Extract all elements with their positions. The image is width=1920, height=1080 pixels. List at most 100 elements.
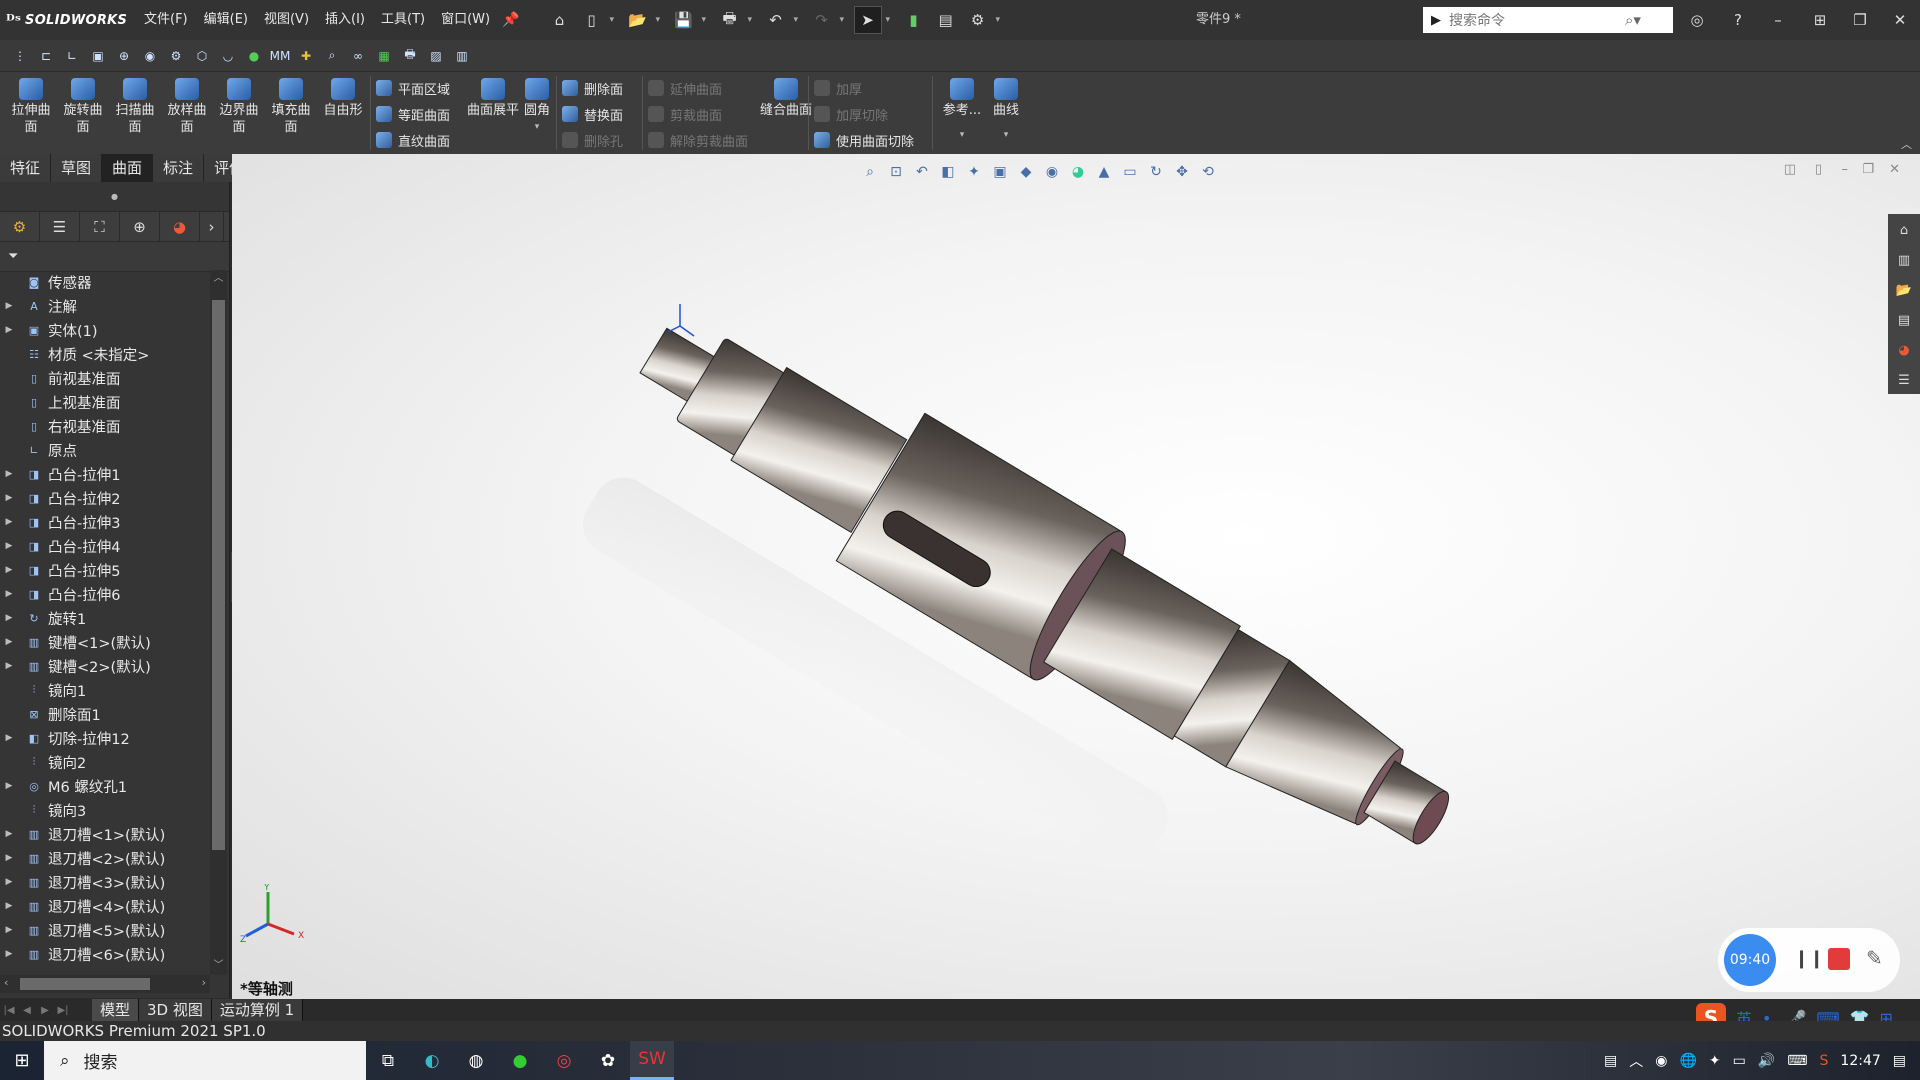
select-dropdown-icon[interactable]: ▾ [886,15,896,25]
dimxpert-manager-tab-icon[interactable]: ⊕ [120,211,160,242]
redo-dropdown-icon[interactable]: ▾ [840,15,850,25]
tree-node[interactable]: ∟ 原点 [0,438,210,462]
scroll-right-icon[interactable]: › [202,976,206,989]
assembly-icon[interactable]: ⊕ [114,46,134,66]
tree-node[interactable]: ▶ ▥ 退刀槽<5>(默认) [0,918,210,942]
open-folder-icon[interactable]: 📂 [624,6,652,34]
expand-arrow-icon[interactable]: ▶ [0,661,18,671]
tree-node[interactable]: ▶ ▥ 键槽<1>(默认) [0,630,210,654]
home-icon[interactable]: ⌂ [546,6,574,34]
tree-node[interactable]: ▶ ◨ 凸台-拉伸5 [0,558,210,582]
curves-button[interactable]: 曲线 ▾ [990,78,1022,144]
tree-node[interactable]: ▶ ▥ 键槽<2>(默认) [0,654,210,678]
print-dropdown-icon[interactable]: ▾ [748,15,758,25]
minimize-icon[interactable]: – [1758,0,1798,40]
pause-icon[interactable]: ❙❙ [1794,948,1824,969]
plugin-icon[interactable]: ✚ [296,46,316,66]
tree-node[interactable]: ▯ 上视基准面 [0,390,210,414]
menu-edit[interactable]: 编辑(E) [196,0,256,40]
design-library-icon[interactable]: ▥ [1893,248,1915,272]
settings-icon[interactable]: ⚙ [166,46,186,66]
expand-arrow-icon[interactable]: ▶ [0,829,18,839]
tree-node[interactable]: ☷ 材质 <未指定> [0,342,210,366]
surface-flatten-button[interactable]: 曲面展平 [466,78,520,119]
tree-vertical-scrollbar[interactable]: ︿ ﹀ [210,270,227,975]
custom-properties-icon[interactable]: ☰ [1893,368,1915,392]
volume-icon[interactable]: 🔊 [1758,1053,1775,1069]
tree-node[interactable]: ▶ A 注解 [0,294,210,318]
taskbar-search[interactable]: ⌕ 搜索 [44,1041,366,1080]
notification-app-icon[interactable]: ▤ [1604,1053,1617,1069]
menu-insert[interactable]: 插入(I) [317,0,373,40]
zoom-icon[interactable]: ⌕ [322,46,342,66]
hscroll-thumb[interactable] [20,978,150,990]
app2-icon[interactable]: ✿ [586,1041,630,1080]
expand-arrow-icon[interactable]: ▶ [0,733,18,743]
open-dropdown-icon[interactable]: ▾ [656,15,666,25]
expand-arrow-icon[interactable]: ▶ [0,541,18,551]
windows-start-icon[interactable]: ⊞ [0,1041,44,1080]
tab-features[interactable]: 特征 [0,154,52,182]
sketch-line-icon[interactable]: ⊏ [36,46,56,66]
tree-filter[interactable]: ⏷ [0,242,229,272]
menu-view[interactable]: 视图(V) [256,0,317,40]
tab-sketch[interactable]: 草图 [51,154,103,182]
expand-arrow-icon[interactable]: ▶ [0,853,18,863]
tree-node[interactable]: ▶ ◧ 切除-拉伸12 [0,726,210,750]
curves-dropdown-icon[interactable]: ▾ [990,127,1022,144]
tree-node[interactable]: ▶ ◨ 凸台-拉伸6 [0,582,210,606]
expand-arrow-icon[interactable]: ▶ [0,637,18,647]
first-tab-icon[interactable]: |◀ [0,1005,18,1016]
tree-node[interactable]: ◙ 传感器 [0,270,210,294]
new-dropdown-icon[interactable]: ▾ [610,15,620,25]
boundary-surface-button[interactable]: 边界曲面 [214,78,264,136]
tree-node[interactable]: ▯ 前视基准面 [0,366,210,390]
prev-tab-icon[interactable]: ◀ [18,1005,36,1016]
tab-3d-views[interactable]: 3D 视图 [139,999,212,1021]
scroll-up-icon[interactable]: ︿ [210,270,227,288]
report-icon[interactable]: ▥ [452,46,472,66]
knit-surface-button[interactable]: 缝合曲面 [760,78,812,119]
expand-arrow-icon[interactable]: ▶ [0,301,18,311]
expand-arrow-icon[interactable]: ▶ [0,613,18,623]
redo-icon[interactable]: ↷ [808,6,836,34]
stop-recording-icon[interactable] [1828,948,1850,970]
scroll-thumb[interactable] [212,300,225,850]
pen-icon[interactable]: ✎ [1866,946,1883,970]
tree-node[interactable]: ▶ ◨ 凸台-拉伸2 [0,486,210,510]
green-dot-icon[interactable]: ● [244,46,264,66]
new-document-icon[interactable]: ▯ [578,6,606,34]
delete-face-button[interactable]: 删除面 [562,76,623,100]
solidworks-resources-icon[interactable]: ⌂ [1893,218,1915,242]
loft-surface-button[interactable]: 放样曲面 [162,78,212,136]
input-icon[interactable]: ⌨ [1787,1053,1807,1069]
show-hidden-icons-icon[interactable]: ︿ [1629,1051,1643,1071]
tab-model[interactable]: 模型 [92,999,140,1021]
offset-surface-button[interactable]: 等距曲面 [376,102,450,126]
next-tab-icon[interactable]: ▶ [36,1005,54,1016]
tree-node[interactable]: ▶ ▥ 退刀槽<6>(默认) [0,942,210,966]
panel-collapse-handle[interactable]: ● [0,182,229,212]
print-icon[interactable]: 🖶 [716,6,744,34]
undo-dropdown-icon[interactable]: ▾ [794,15,804,25]
tree-node[interactable]: ▶ ↻ 旋转1 [0,606,210,630]
tab-markup[interactable]: 标注 [153,154,205,182]
appearances-icon[interactable]: ◕ [1893,338,1915,362]
tray-app2-icon[interactable]: ✦ [1709,1053,1721,1069]
help-icon[interactable]: ? [1718,0,1758,40]
smart-dimension-icon[interactable]: ∟ [62,46,82,66]
trim-surface-button[interactable]: 剪裁曲面 [648,102,722,126]
tree-node[interactable]: ⫶ 镜向1 [0,678,210,702]
menu-tools[interactable]: 工具(T) [373,0,433,40]
magnifier-icon[interactable]: ⌕▾ [1625,11,1641,29]
solidworks-taskbar-icon[interactable]: SW [630,1041,674,1080]
sweep-surface-button[interactable]: 扫描曲面 [110,78,160,136]
ruled-surface-button[interactable]: 直纹曲面 [376,128,450,152]
menu-window[interactable]: 窗口(W) [433,0,498,40]
tree-node[interactable]: ▶ ▥ 退刀槽<3>(默认) [0,870,210,894]
tray-app-icon[interactable]: ◉ [1655,1053,1667,1069]
expand-arrow-icon[interactable]: ▶ [0,325,18,335]
restore-icon[interactable]: ❐ [1840,0,1880,40]
tree-node[interactable]: ▶ ◨ 凸台-拉伸4 [0,534,210,558]
fillet-button[interactable]: 圆角 ▾ [522,78,552,136]
